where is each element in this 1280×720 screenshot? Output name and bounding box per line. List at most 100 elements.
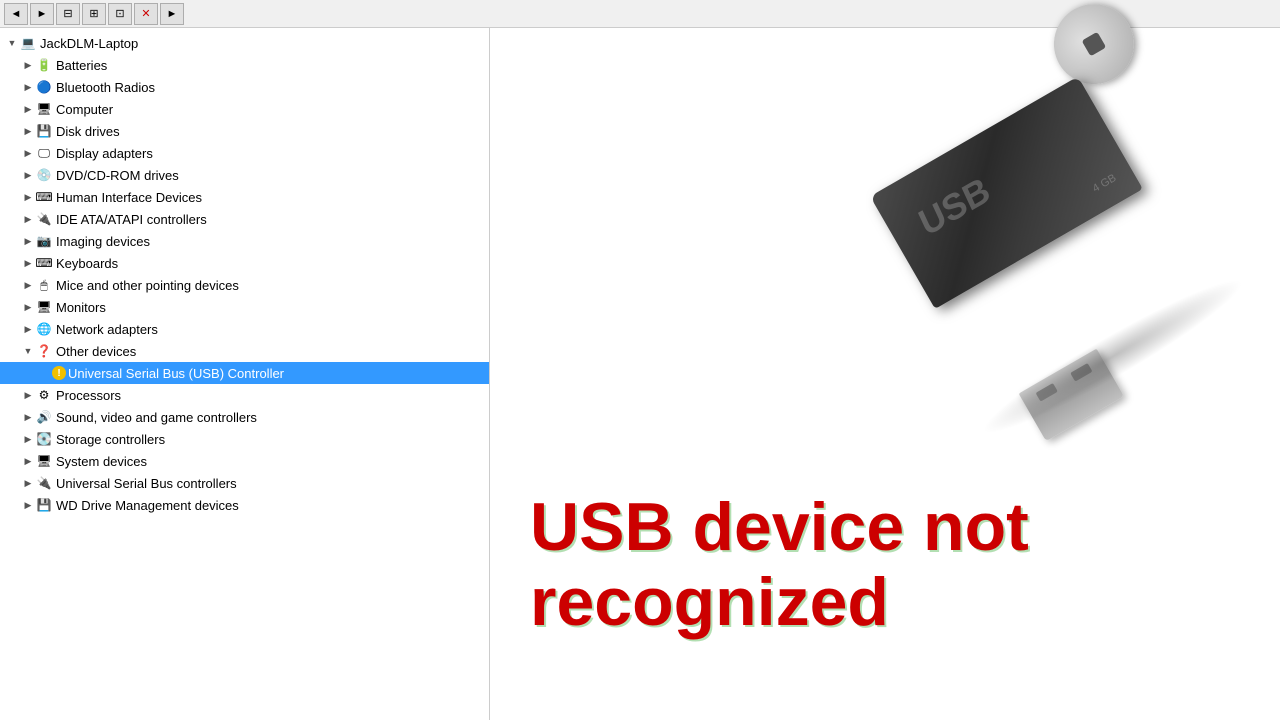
disk-icon: 💾 (36, 123, 52, 139)
hid-label: Human Interface Devices (56, 190, 202, 205)
toolbar-forward[interactable]: ► (30, 3, 54, 25)
ide-icon: 🔌 (36, 211, 52, 227)
usb-shadow (973, 264, 1253, 449)
display-expander: ▶ (20, 145, 36, 161)
wd-label: WD Drive Management devices (56, 498, 239, 513)
tree-item-sound[interactable]: ▶ 🔊 Sound, video and game controllers (0, 406, 489, 428)
tree-item-storage[interactable]: ▶ 💽 Storage controllers (0, 428, 489, 450)
right-panel: USB device not recognized (490, 28, 1280, 720)
dvd-icon: 💿 (36, 167, 52, 183)
usb-controllers-icon: 🔌 (36, 475, 52, 491)
tree-item-batteries[interactable]: ▶ 🔋 Batteries (0, 54, 489, 76)
imaging-label: Imaging devices (56, 234, 150, 249)
tree-item-mice[interactable]: ▶ 🖱 Mice and other pointing devices (0, 274, 489, 296)
keyboards-label: Keyboards (56, 256, 118, 271)
tree-item-network[interactable]: ▶ 🌐 Network adapters (0, 318, 489, 340)
error-line2: recognized (530, 565, 1029, 640)
tree-item-wd[interactable]: ▶ 💾 WD Drive Management devices (0, 494, 489, 516)
network-icon: 🌐 (36, 321, 52, 337)
toolbar-scan[interactable]: ► (160, 3, 184, 25)
usb-controllers-label: Universal Serial Bus controllers (56, 476, 237, 491)
toolbar-remove[interactable]: ✕ (134, 3, 158, 25)
bluetooth-expander: ▶ (20, 79, 36, 95)
batteries-icon: 🔋 (36, 57, 52, 73)
display-label: Display adapters (56, 146, 153, 161)
tree-item-usb-controllers[interactable]: ▶ 🔌 Universal Serial Bus controllers (0, 472, 489, 494)
tree-root[interactable]: ▼ 💻 JackDLM-Laptop (0, 32, 489, 54)
usb-ctrl-label: Universal Serial Bus (USB) Controller (68, 366, 284, 381)
usb-ctrl-expander (36, 365, 52, 381)
other-expander: ▼ (20, 343, 36, 359)
processors-expander: ▶ (20, 387, 36, 403)
batteries-expander: ▶ (20, 57, 36, 73)
imaging-icon: 📷 (36, 233, 52, 249)
toolbar-back[interactable]: ◄ (4, 3, 28, 25)
error-line1: USB device not (530, 490, 1029, 565)
usb-drive-image (880, 48, 1220, 368)
wd-expander: ▶ (20, 497, 36, 513)
ide-label: IDE ATA/ATAPI controllers (56, 212, 207, 227)
system-label: System devices (56, 454, 147, 469)
root-expander: ▼ (4, 35, 20, 51)
tree-item-hid[interactable]: ▶ ⌨ Human Interface Devices (0, 186, 489, 208)
storage-label: Storage controllers (56, 432, 165, 447)
network-expander: ▶ (20, 321, 36, 337)
tree-item-ide[interactable]: ▶ 🔌 IDE ATA/ATAPI controllers (0, 208, 489, 230)
system-expander: ▶ (20, 453, 36, 469)
system-icon: 🖥 (36, 453, 52, 469)
processors-icon: ⚙ (36, 387, 52, 403)
hid-expander: ▶ (20, 189, 36, 205)
dvd-expander: ▶ (20, 167, 36, 183)
disk-expander: ▶ (20, 123, 36, 139)
tree-item-dvd[interactable]: ▶ 💿 DVD/CD-ROM drives (0, 164, 489, 186)
usb-controllers-expander: ▶ (20, 475, 36, 491)
other-icon: ❓ (36, 343, 52, 359)
hid-icon: ⌨ (36, 189, 52, 205)
tree-item-monitors[interactable]: ▶ 🖥 Monitors (0, 296, 489, 318)
ide-expander: ▶ (20, 211, 36, 227)
tree-item-other[interactable]: ▼ ❓ Other devices (0, 340, 489, 362)
computer-label: Computer (56, 102, 113, 117)
toolbar-view[interactable]: ⊡ (108, 3, 132, 25)
mice-expander: ▶ (20, 277, 36, 293)
tree-item-bluetooth[interactable]: ▶ 🔵 Bluetooth Radios (0, 76, 489, 98)
storage-icon: 💽 (36, 431, 52, 447)
monitors-label: Monitors (56, 300, 106, 315)
tree-item-processors[interactable]: ▶ ⚙ Processors (0, 384, 489, 406)
tree-item-disk[interactable]: ▶ 💾 Disk drives (0, 120, 489, 142)
processors-label: Processors (56, 388, 121, 403)
tree-item-system[interactable]: ▶ 🖥 System devices (0, 450, 489, 472)
warning-badge: ! (52, 366, 66, 380)
monitors-icon: 🖥 (36, 299, 52, 315)
keyboards-icon: ⌨ (36, 255, 52, 271)
keyboards-expander: ▶ (20, 255, 36, 271)
disk-label: Disk drives (56, 124, 120, 139)
batteries-label: Batteries (56, 58, 107, 73)
network-label: Network adapters (56, 322, 158, 337)
tree-item-imaging[interactable]: ▶ 📷 Imaging devices (0, 230, 489, 252)
tree-item-computer[interactable]: ▶ 🖥 Computer (0, 98, 489, 120)
usb-drive (823, 0, 1277, 432)
computer-expander: ▶ (20, 101, 36, 117)
root-label: JackDLM-Laptop (40, 36, 138, 51)
storage-expander: ▶ (20, 431, 36, 447)
computer-icon: 💻 (20, 35, 36, 51)
sound-icon: 🔊 (36, 409, 52, 425)
wd-icon: 💾 (36, 497, 52, 513)
bluetooth-icon: 🔵 (36, 79, 52, 95)
tree-item-display[interactable]: ▶ 🖵 Display adapters (0, 142, 489, 164)
monitors-expander: ▶ (20, 299, 36, 315)
dvd-label: DVD/CD-ROM drives (56, 168, 179, 183)
toolbar-expand[interactable]: ⊞ (82, 3, 106, 25)
usb-body (870, 76, 1143, 309)
main-area: ▼ 💻 JackDLM-Laptop ▶ 🔋 Batteries ▶ 🔵 Blu… (0, 28, 1280, 720)
error-message: USB device not recognized (530, 490, 1029, 640)
computer-icon2: 🖥 (36, 101, 52, 117)
imaging-expander: ▶ (20, 233, 36, 249)
tree-item-keyboards[interactable]: ▶ ⌨ Keyboards (0, 252, 489, 274)
tree-item-usb-controller[interactable]: ! Universal Serial Bus (USB) Controller (0, 362, 489, 384)
sound-label: Sound, video and game controllers (56, 410, 257, 425)
toolbar-collapse[interactable]: ⊟ (56, 3, 80, 25)
mice-icon: 🖱 (36, 277, 52, 293)
device-tree: ▼ 💻 JackDLM-Laptop ▶ 🔋 Batteries ▶ 🔵 Blu… (0, 28, 490, 720)
